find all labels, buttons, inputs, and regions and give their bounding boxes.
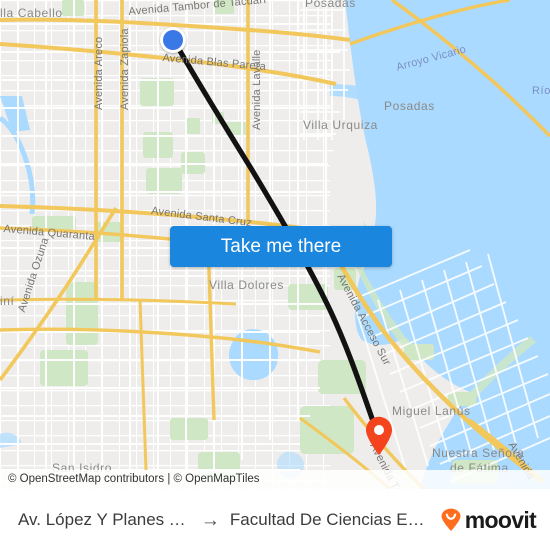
moovit-wordmark: moovit <box>464 506 537 533</box>
take-me-there-button[interactable]: Take me there <box>170 226 392 267</box>
origin-dot-core <box>163 30 183 50</box>
route-origin-label: Av. López Y Planes Y ... <box>18 510 191 529</box>
map-screen: Avenida Tambor de Tacuarí Avenida Blas Pa… <box>0 0 550 550</box>
map-pin-icon <box>366 416 392 455</box>
moovit-logo[interactable]: moovit <box>439 506 537 534</box>
take-me-there-label: Take me there <box>220 235 342 257</box>
destination-pin-marker[interactable] <box>364 416 394 456</box>
route-summary-bar: Av. López Y Planes Y ... → Facultad De C… <box>0 489 550 550</box>
map-attribution[interactable]: © OpenStreetMap contributors | © OpenMap… <box>0 470 550 489</box>
route-endpoints: Av. López Y Planes Y ... → Facultad De C… <box>18 510 431 530</box>
arrow-right-icon: → <box>200 509 220 531</box>
moovit-pin-smile-icon <box>441 508 461 531</box>
route-destination-label: Facultad De Ciencias Eco... <box>229 510 431 529</box>
origin-dot-marker[interactable] <box>160 27 186 53</box>
map-canvas[interactable]: Avenida Tambor de Tacuarí Avenida Blas Pa… <box>0 0 550 489</box>
